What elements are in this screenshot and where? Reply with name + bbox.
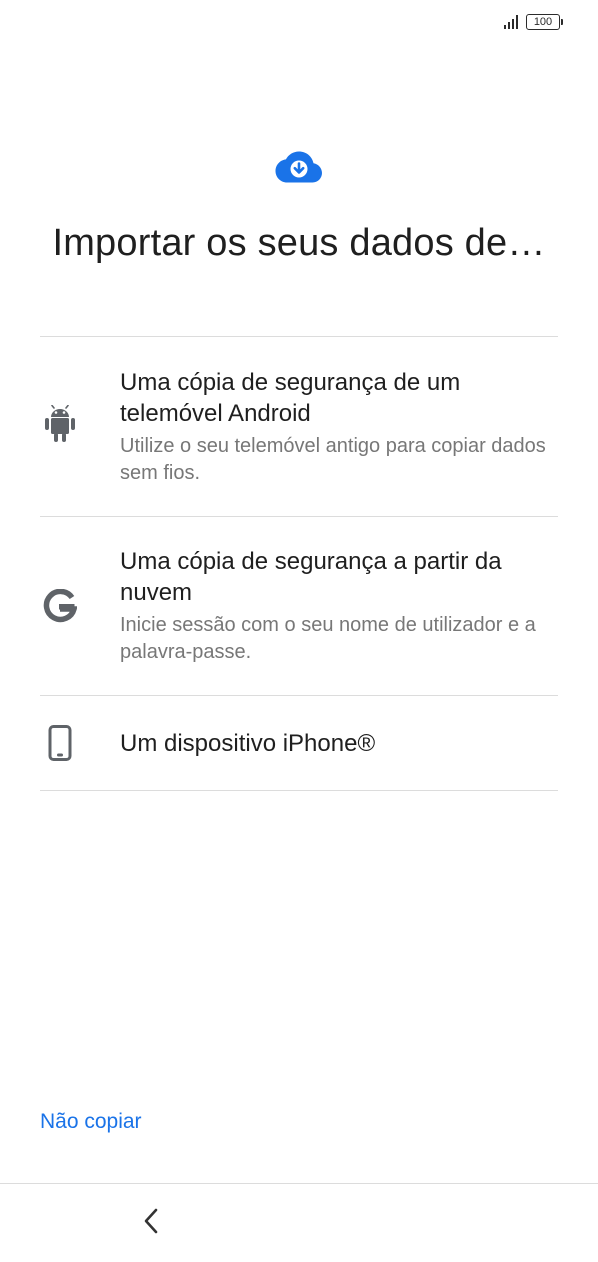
option-title: Uma cópia de segurança de um telemóvel A… (120, 368, 461, 427)
option-text: Uma cópia de segurança a partir da nuvem… (120, 546, 550, 666)
chevron-left-icon (144, 1208, 158, 1234)
android-icon (40, 405, 80, 447)
signal-bars-icon (504, 15, 518, 29)
cloud-download-icon (275, 151, 322, 183)
option-iphone-device[interactable]: Um dispositivo iPhone® (40, 696, 558, 791)
import-options-list: Uma cópia de segurança de um telemóvel A… (40, 336, 558, 791)
page-title: Importar os seus dados de… (52, 222, 546, 264)
battery-icon: 100 (526, 14, 563, 30)
google-g-icon (40, 589, 80, 623)
back-button[interactable] (136, 1206, 166, 1236)
option-android-backup[interactable]: Uma cópia de segurança de um telemóvel A… (40, 337, 558, 517)
phone-device-icon (40, 725, 80, 761)
skip-copy-button[interactable]: Não copiar (40, 1110, 142, 1134)
screen: 100 Importar os seus dados de… Uma cópia… (0, 0, 598, 1262)
battery-level: 100 (533, 16, 553, 28)
option-cloud-backup[interactable]: Uma cópia de segurança a partir da nuvem… (40, 517, 558, 696)
option-description: Inicie sessão com o seu nome de utilizad… (120, 614, 536, 663)
option-title: Uma cópia de segurança a partir da nuvem (120, 548, 502, 606)
option-text: Uma cópia de segurança de um telemóvel A… (120, 367, 550, 487)
nav-divider (0, 1183, 598, 1184)
option-description: Utilize o seu telemóvel antigo para copi… (120, 434, 546, 484)
status-bar: 100 (504, 10, 563, 34)
option-title: Um dispositivo iPhone® (120, 729, 376, 757)
option-text: Um dispositivo iPhone® (120, 728, 550, 759)
